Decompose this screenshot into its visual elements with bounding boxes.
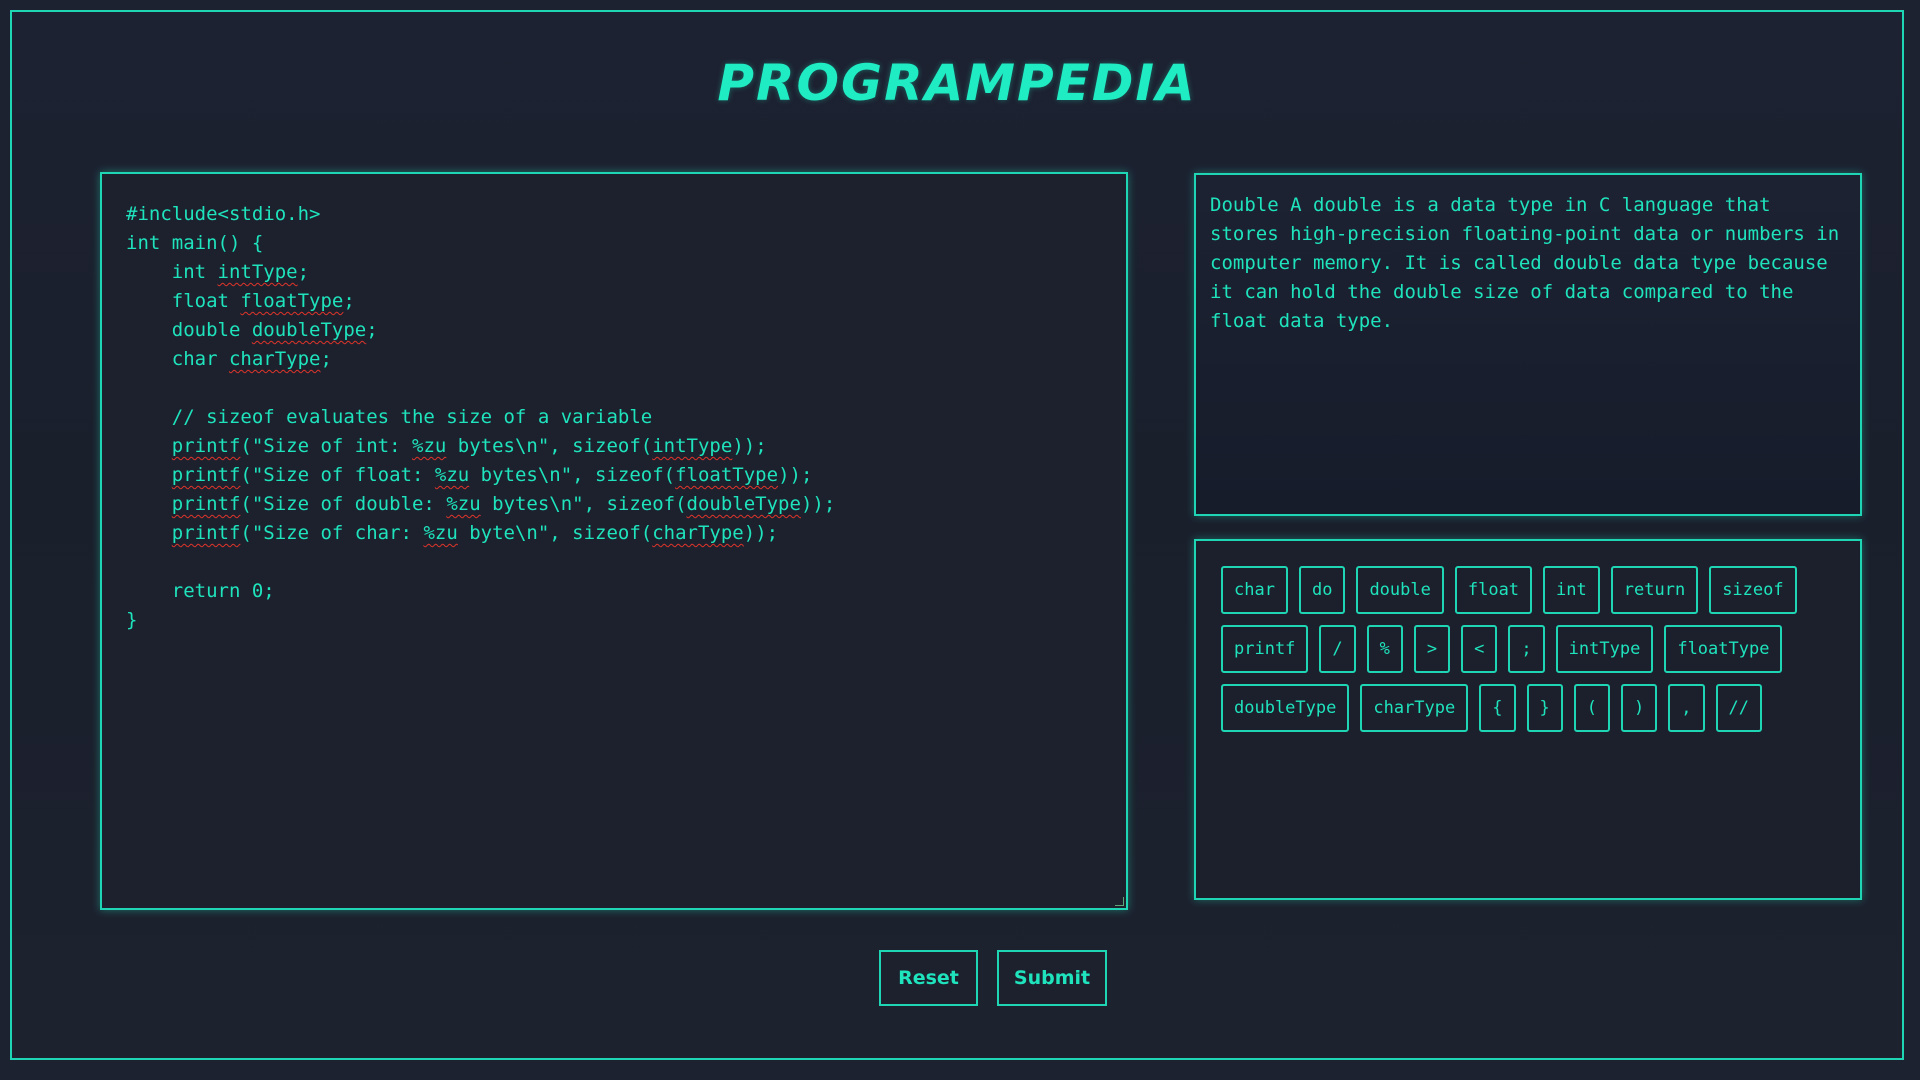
code-token: int xyxy=(171,261,218,283)
code-token: )); xyxy=(800,493,836,515)
code-token: int main() { xyxy=(126,232,264,254)
submit-button[interactable]: Submit xyxy=(997,950,1107,1006)
code-token: )); xyxy=(778,464,813,486)
code-token-flagged: charType xyxy=(652,522,744,544)
code-token: #include<stdio.h> xyxy=(126,203,321,225)
code-token-flagged: intType xyxy=(652,435,733,457)
keyword-chip[interactable]: floatType xyxy=(1664,625,1783,673)
code-token: bytes\n", sizeof( xyxy=(480,493,687,515)
code-token: ("Size of int: xyxy=(240,435,412,457)
keyword-chip[interactable]: intType xyxy=(1555,625,1654,673)
keyword-chip[interactable]: printf xyxy=(1221,625,1309,673)
keyword-chip[interactable]: ( xyxy=(1573,684,1610,732)
code-editor[interactable]: #include<stdio.h> int main() { int intTyp… xyxy=(100,172,1128,910)
keyword-chip[interactable]: } xyxy=(1526,684,1563,732)
keyword-row: char do double float int return sizeof xyxy=(1221,566,1835,614)
code-token-flagged: charType xyxy=(228,348,321,370)
keyword-chip[interactable]: charType xyxy=(1360,684,1469,732)
code-token-flagged: printf xyxy=(171,464,241,486)
keyword-chip[interactable]: int xyxy=(1543,566,1600,614)
code-token: )); xyxy=(743,522,779,544)
code-line: double doubleType; xyxy=(126,316,1102,345)
description-panel: Double A double is a data type in C lang… xyxy=(1194,173,1862,516)
keyword-chip[interactable]: sizeof xyxy=(1709,566,1797,614)
code-line: return 0; xyxy=(126,577,1102,606)
keyword-chip[interactable]: < xyxy=(1461,625,1498,673)
app-frame: PROGRAMPEDIA #include<stdio.h> int main()… xyxy=(10,10,1904,1060)
code-token: ("Size of float: xyxy=(240,464,435,486)
code-token-flagged: %zu xyxy=(423,522,458,544)
code-text[interactable]: #include<stdio.h> int main() { int intTyp… xyxy=(126,200,1102,635)
code-token: ("Size of double: xyxy=(240,493,447,515)
code-token-flagged: floatType xyxy=(675,464,779,486)
code-token-flagged: %zu xyxy=(434,464,470,486)
code-line: } xyxy=(126,606,1102,635)
code-token: double xyxy=(171,319,252,341)
code-token-flagged: printf xyxy=(171,493,241,515)
code-token: ; xyxy=(297,261,310,283)
keyword-chip[interactable]: > xyxy=(1413,625,1451,673)
code-token: return 0; xyxy=(171,580,275,602)
code-token-flagged: floatType xyxy=(240,290,344,312)
code-line: // sizeof evaluates the size of a variab… xyxy=(126,403,1102,432)
keyword-chip[interactable]: % xyxy=(1366,625,1403,673)
code-token-flagged: doubleType xyxy=(686,493,801,515)
code-token: bytes\n", sizeof( xyxy=(446,435,653,457)
keyword-chip[interactable]: char xyxy=(1221,566,1288,614)
code-line: printf("Size of char: %zu byte\n", sizeo… xyxy=(126,519,1102,548)
code-line: char charType; xyxy=(126,345,1102,374)
code-token-flagged: printf xyxy=(171,435,241,457)
code-line: int main() { xyxy=(126,229,1102,258)
keyword-row: doubleType charType{}(),// xyxy=(1221,684,1835,732)
reset-button[interactable]: Reset xyxy=(879,950,978,1006)
keyword-chip[interactable]: / xyxy=(1319,625,1356,673)
code-token-flagged: %zu xyxy=(412,435,447,457)
description-text: Double A double is a data type in C lang… xyxy=(1210,194,1840,332)
code-token: char xyxy=(171,348,229,370)
code-token: } xyxy=(126,609,138,631)
code-token: bytes\n", sizeof( xyxy=(469,464,676,486)
keyword-chip[interactable]: ) xyxy=(1621,684,1658,732)
code-line: printf("Size of double: %zu bytes\n", si… xyxy=(126,490,1102,519)
resize-handle-icon[interactable] xyxy=(1115,897,1124,906)
code-token-flagged: %zu xyxy=(446,493,481,515)
code-token: // sizeof evaluates the size of a variab… xyxy=(171,406,653,428)
code-line: printf("Size of int: %zu bytes\n", sizeo… xyxy=(126,432,1102,461)
keyword-chip[interactable]: do xyxy=(1298,566,1346,614)
code-token-flagged: printf xyxy=(171,522,241,544)
keyword-row: printf /% > <; intType floatType xyxy=(1221,625,1835,673)
keyword-chip[interactable]: , xyxy=(1668,684,1705,732)
keyword-panel: char do double float int return sizeof printf /%… xyxy=(1194,539,1862,900)
code-line: float floatType; xyxy=(126,287,1102,316)
code-token: float xyxy=(171,290,241,312)
app-title: PROGRAMPEDIA xyxy=(717,54,1197,112)
code-token: ; xyxy=(343,290,355,312)
keyword-chip[interactable]: return xyxy=(1610,566,1699,614)
code-token: byte\n", sizeof( xyxy=(457,522,653,544)
keyword-chip[interactable]: double xyxy=(1356,566,1444,614)
keyword-chip[interactable]: { xyxy=(1479,684,1516,732)
keyword-chip[interactable]: float xyxy=(1454,566,1533,614)
code-line: #include<stdio.h> xyxy=(126,200,1102,229)
code-token: ; xyxy=(320,348,332,370)
code-line: int intType; xyxy=(126,258,1102,287)
keyword-chip[interactable]: // xyxy=(1715,684,1762,732)
keyword-chip[interactable]: doubleType xyxy=(1221,684,1350,732)
code-token: ; xyxy=(366,319,378,341)
code-token: )); xyxy=(732,435,767,457)
code-line: printf("Size of float: %zu bytes\n", siz… xyxy=(126,461,1102,490)
code-token-flagged: doubleType xyxy=(251,319,367,341)
code-token: ("Size of char: xyxy=(240,522,424,544)
code-token-flagged: intType xyxy=(217,261,298,283)
keyword-chip[interactable]: ; xyxy=(1508,625,1545,673)
